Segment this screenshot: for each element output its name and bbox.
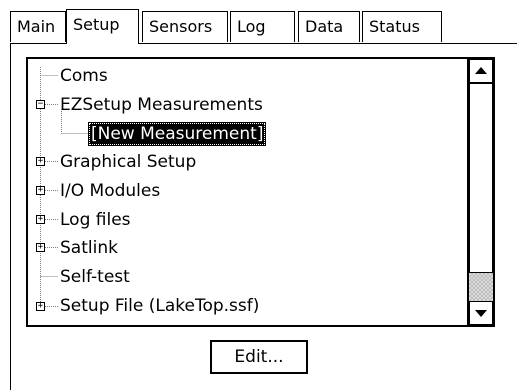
tab-log[interactable]: Log [230, 11, 295, 42]
tree-item-coms[interactable]: Coms [60, 64, 108, 88]
expand-icon[interactable]: + [36, 243, 45, 252]
tree-item-satlink[interactable]: Satlink [60, 236, 118, 260]
scroll-thumb[interactable] [469, 83, 493, 273]
scroll-track[interactable] [469, 273, 493, 301]
edit-button-label: Edit... [234, 347, 284, 367]
expand-icon[interactable]: + [36, 157, 45, 166]
scroll-down-button[interactable] [469, 301, 493, 325]
tree-item-new-measurement[interactable]: [New Measurement] [88, 122, 267, 146]
tree-item-ezsetup-measurements[interactable]: EZSetup Measurements [60, 93, 263, 117]
tree-item-self-test[interactable]: Self-test [60, 265, 130, 289]
setup-tree-view[interactable]: − + + + + + Coms EZSetup Measurements [N… [26, 57, 495, 327]
vertical-scrollbar[interactable] [467, 59, 493, 325]
scroll-up-button[interactable] [469, 59, 493, 83]
collapse-icon[interactable]: − [36, 100, 45, 109]
tree-item-log-files[interactable]: Log files [60, 208, 131, 232]
tab-main[interactable]: Main [10, 11, 66, 42]
tab-log-label: Log [237, 17, 266, 36]
tab-status-label: Status [369, 17, 420, 36]
expand-icon[interactable]: + [36, 302, 45, 311]
tab-data[interactable]: Data [298, 11, 360, 42]
expand-icon[interactable]: + [36, 186, 45, 195]
tree-item-io-modules[interactable]: I/O Modules [60, 179, 160, 203]
edit-button[interactable]: Edit... [210, 340, 308, 374]
tree-item-graphical-setup[interactable]: Graphical Setup [60, 150, 196, 174]
tab-status[interactable]: Status [362, 11, 442, 42]
tab-main-label: Main [17, 17, 56, 36]
tab-sensors-label: Sensors [149, 17, 213, 36]
tab-data-label: Data [305, 17, 344, 36]
up-arrow-icon [475, 67, 487, 74]
down-arrow-icon [475, 310, 487, 317]
tab-sensors[interactable]: Sensors [142, 11, 228, 42]
tab-setup-label: Setup [73, 15, 120, 34]
tree-item-setup-file[interactable]: Setup File (LakeTop.ssf) [60, 294, 259, 318]
expand-icon[interactable]: + [36, 215, 45, 224]
tab-setup[interactable]: Setup [66, 9, 139, 44]
page-border [10, 43, 11, 390]
